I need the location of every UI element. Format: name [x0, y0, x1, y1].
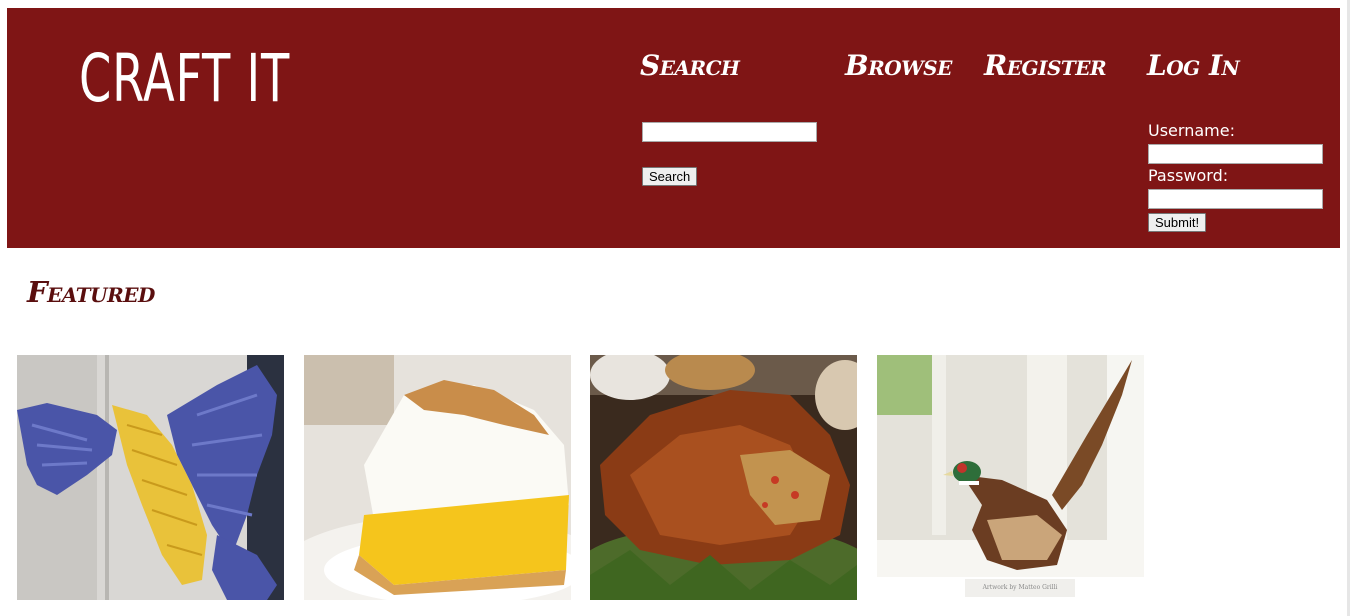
featured-heading: Featured: [27, 275, 155, 309]
featured-item-paper-pheasant[interactable]: Artwork by Matteo Grilli: [877, 355, 1144, 600]
username-field[interactable]: [1148, 144, 1323, 164]
paper-pheasant-image: [877, 355, 1144, 600]
username-label: Username:: [1148, 121, 1235, 140]
site-header: CRAFT IT Search Browse Register Log In S…: [7, 8, 1340, 248]
site-logo[interactable]: CRAFT IT: [79, 46, 290, 112]
password-label: Password:: [1148, 166, 1229, 185]
nav-link-browse[interactable]: Browse: [845, 52, 952, 80]
paper-wings-image: [17, 355, 284, 600]
image-caption: Artwork by Matteo Grilli: [965, 579, 1075, 597]
password-field[interactable]: [1148, 189, 1323, 209]
submit-button[interactable]: Submit!: [1148, 213, 1207, 232]
search-input[interactable]: [642, 122, 817, 142]
nav-link-login[interactable]: Log In: [1147, 52, 1240, 80]
featured-item-roast-turkey[interactable]: [590, 355, 857, 600]
featured-item-paper-wings[interactable]: [17, 355, 284, 600]
roast-turkey-image: [590, 355, 857, 600]
lemon-meringue-pie-image: [304, 355, 571, 600]
featured-item-lemon-meringue-pie[interactable]: [304, 355, 571, 600]
nav-link-register[interactable]: Register: [984, 52, 1107, 80]
nav-link-search[interactable]: Search: [640, 52, 740, 80]
search-button[interactable]: Search: [642, 167, 698, 186]
